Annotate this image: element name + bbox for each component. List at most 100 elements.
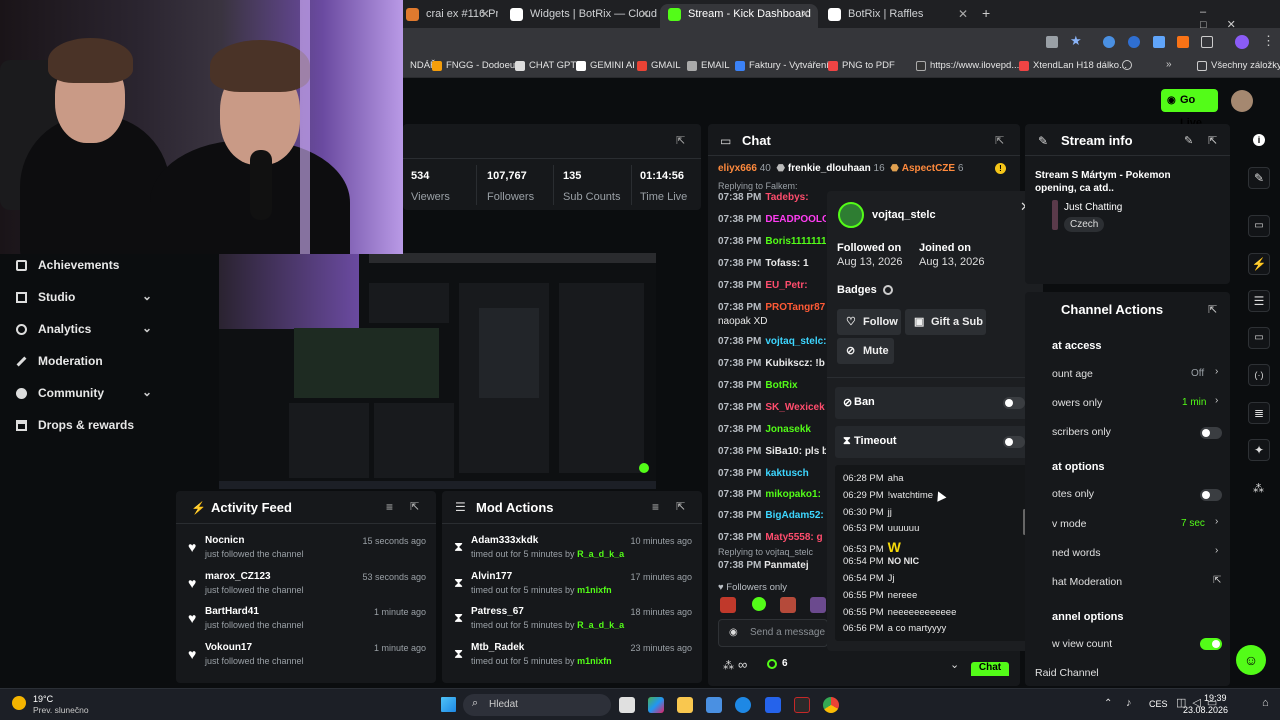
bookmark[interactable]: CHAT GPT bbox=[515, 60, 576, 71]
weather-icon[interactable] bbox=[12, 696, 26, 710]
timeout-row[interactable]: ⧗ Timeout bbox=[835, 426, 1033, 458]
ban-row[interactable]: ⊘ Ban bbox=[835, 387, 1033, 419]
bookmark[interactable]: GMAIL bbox=[637, 60, 681, 71]
broadcast-rail-icon[interactable]: (·) bbox=[1248, 364, 1270, 386]
microphone-icon[interactable]: ♪ bbox=[1126, 697, 1132, 709]
bookmark[interactable]: FNGG - Dodoeu bbox=[432, 60, 515, 71]
slow-mode-label[interactable]: v mode bbox=[1052, 518, 1086, 530]
file-explorer-icon[interactable] bbox=[677, 697, 693, 713]
bookmark[interactable]: Faktury - Vytváření bbox=[735, 60, 829, 71]
wrench-rail-icon[interactable]: ✦ bbox=[1248, 439, 1270, 461]
chevron-right-icon[interactable]: › bbox=[1215, 545, 1218, 556]
list-item[interactable]: ⧗ Mtb_Radek timed out for 5 minutes by m1n… bbox=[442, 642, 702, 678]
filter-icon[interactable]: ≡ bbox=[386, 500, 393, 514]
close-tab-icon[interactable]: ✕ bbox=[640, 4, 650, 24]
bookmark[interactable]: PNG to PDF bbox=[828, 60, 895, 71]
list-item[interactable]: ♥ Vokoun17 just followed the channel 1 minu… bbox=[176, 642, 436, 678]
ban-toggle[interactable] bbox=[1003, 397, 1025, 409]
edit-icon[interactable]: ✎ bbox=[1184, 134, 1193, 147]
chat-message[interactable]: 07:38 PM Kubikscz: !b bbox=[718, 358, 826, 369]
chevron-down-icon[interactable]: ⌄ bbox=[950, 658, 959, 671]
popout-icon[interactable]: ⇱ bbox=[995, 134, 1004, 147]
clock-time[interactable]: 19:39 bbox=[1204, 693, 1227, 703]
close-tab-icon[interactable]: ✕ bbox=[800, 4, 810, 24]
clock-date[interactable]: 23.08.2026 bbox=[1183, 705, 1228, 715]
followers-only-value[interactable]: 1 min bbox=[1182, 397, 1206, 408]
bookmarks-folder[interactable]: Všechny záložky bbox=[1197, 60, 1280, 71]
slow-mode-value[interactable]: 7 sec bbox=[1181, 518, 1205, 529]
extension-icon[interactable] bbox=[1177, 36, 1189, 48]
popout-icon[interactable]: ⇱ bbox=[676, 134, 685, 147]
category-name[interactable]: Just Chatting bbox=[1064, 202, 1122, 213]
close-tab-icon[interactable]: ✕ bbox=[958, 4, 968, 24]
chat-message[interactable]: 07:38 PM EU_Petr: bbox=[718, 280, 826, 291]
popout-icon[interactable]: ⇱ bbox=[676, 500, 685, 513]
gift-sub-button[interactable]: ▣ Gift a Sub bbox=[905, 309, 986, 335]
raid-channel-label[interactable]: Raid Channel bbox=[1035, 667, 1099, 679]
followers-only-label[interactable]: owers only bbox=[1052, 397, 1102, 409]
emoji-icon[interactable]: ◉ bbox=[729, 627, 738, 638]
chat-message[interactable]: 07:38 PM BigAdam52: bbox=[718, 510, 826, 521]
user-avatar[interactable] bbox=[1231, 90, 1253, 112]
browser-menu-icon[interactable]: ⋮ bbox=[1262, 33, 1275, 49]
banned-words-label[interactable]: ned words bbox=[1052, 547, 1100, 559]
bookmark[interactable]: XtendLan H18 dálko... bbox=[1019, 60, 1127, 71]
support-chat-icon[interactable]: ☺ bbox=[1236, 645, 1266, 675]
external-link-icon[interactable]: ⇱ bbox=[1213, 575, 1221, 586]
chevron-up-icon[interactable]: ⌃ bbox=[1104, 698, 1112, 709]
chat-message[interactable]: 07:38 PM Tadebys: bbox=[718, 192, 826, 203]
mute-button[interactable]: ⊘ Mute bbox=[837, 338, 894, 364]
chevron-right-icon[interactable]: › bbox=[1215, 366, 1218, 377]
close-tab-icon[interactable]: ✕ bbox=[480, 4, 490, 24]
chat-input[interactable]: ◉ Send a message bbox=[718, 619, 828, 647]
chat-message[interactable]: 07:38 PM SK_Wexicek bbox=[718, 402, 826, 413]
chat-message[interactable]: 07:38 PM mikopako1: bbox=[718, 489, 826, 500]
chevron-right-icon[interactable]: › bbox=[1215, 516, 1218, 527]
account-age-label[interactable]: ount age bbox=[1052, 368, 1093, 380]
account-age-value[interactable]: Off bbox=[1191, 368, 1204, 379]
edge-icon[interactable] bbox=[735, 697, 751, 713]
translate-icon[interactable] bbox=[1046, 36, 1058, 48]
notifications-icon[interactable]: ⌂ bbox=[1262, 697, 1269, 709]
list-item[interactable]: ♥ marox_CZ123 just followed the channel 53 … bbox=[176, 571, 436, 607]
sidebar-item-analytics[interactable]: Analytics ⌄ bbox=[16, 321, 152, 336]
users-rail-icon[interactable]: ⁂ bbox=[1253, 482, 1264, 495]
new-tab-button[interactable]: + bbox=[982, 5, 990, 21]
popout-icon[interactable]: ⇱ bbox=[1208, 134, 1217, 147]
sidebar-item-moderation[interactable]: Moderation bbox=[16, 354, 103, 368]
list-item[interactable]: ♥ Nocnicn just followed the channel 15 seco… bbox=[176, 535, 436, 571]
list-item[interactable]: ♥ BartHard41 just followed the channel 1 mi… bbox=[176, 606, 436, 642]
filter-icon[interactable]: ≡ bbox=[652, 500, 659, 514]
chat-message[interactable]: 07:38 PM SiBa10: pls b bbox=[718, 446, 826, 457]
more-bookmarks-icon[interactable]: » bbox=[1166, 59, 1172, 70]
profile-icon[interactable] bbox=[1235, 35, 1249, 49]
timeout-toggle[interactable] bbox=[1003, 436, 1025, 448]
bookmark-star-icon[interactable]: ★ bbox=[1070, 33, 1082, 49]
language-indicator[interactable]: CES bbox=[1149, 699, 1168, 709]
chat-settings-icon[interactable]: ⁂ bbox=[723, 659, 734, 672]
emote-icon[interactable] bbox=[810, 597, 826, 613]
stack-rail-icon[interactable]: ≣ bbox=[1248, 402, 1270, 424]
chat-message[interactable]: naopak XD bbox=[718, 316, 826, 327]
edit-rail-icon[interactable]: ✎ bbox=[1248, 167, 1270, 189]
lightning-rail-icon[interactable]: ⚡ bbox=[1248, 253, 1270, 275]
sidebar-item-studio[interactable]: Studio ⌄ bbox=[16, 289, 152, 304]
browser-tab[interactable]: Widgets | BotRix — Cloud Strea✕ bbox=[502, 4, 658, 28]
chat-message[interactable]: 07:38 PM Maty5558: g bbox=[718, 532, 826, 543]
video-rail-icon[interactable]: ▭ bbox=[1248, 215, 1270, 237]
extension-icon[interactable] bbox=[1153, 36, 1165, 48]
subscribers-only-toggle[interactable] bbox=[1200, 427, 1222, 439]
chat-message[interactable]: 07:38 PM Panmatej bbox=[718, 560, 826, 571]
chat-message[interactable]: 07:38 PM Tofass: 1 bbox=[718, 258, 826, 269]
popout-icon[interactable]: ⇱ bbox=[410, 500, 419, 513]
taskbar-search[interactable]: ⌕ Hledat bbox=[463, 694, 611, 716]
emote-icon[interactable] bbox=[720, 597, 736, 613]
follow-button[interactable]: ♡ Follow bbox=[837, 309, 901, 335]
view-count-toggle[interactable] bbox=[1200, 638, 1222, 650]
globe-icon[interactable] bbox=[1122, 60, 1132, 70]
emote-icon[interactable] bbox=[752, 597, 766, 611]
list-item[interactable]: ⧗ Alvin177 timed out for 5 minutes by m1ni… bbox=[442, 571, 702, 607]
obs-icon[interactable] bbox=[794, 697, 810, 713]
chat-message[interactable]: 07:38 PM kaktusch bbox=[718, 468, 826, 479]
list-item[interactable]: ⧗ Adam333xkdk timed out for 5 minutes by R… bbox=[442, 535, 702, 571]
